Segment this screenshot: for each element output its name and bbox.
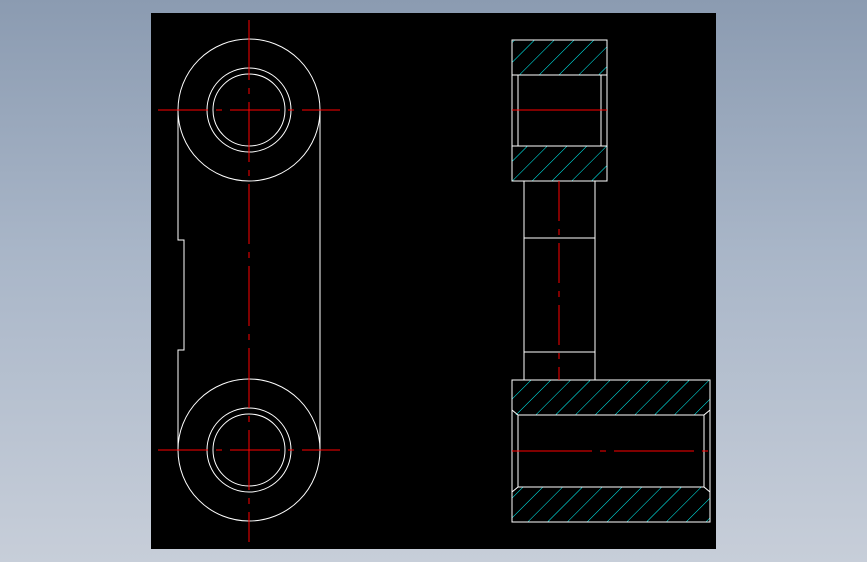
front-centerlines [158,20,340,542]
top-hub-hatch-upper [512,40,607,75]
bottom-hub-hatch-upper [512,380,710,415]
top-hub-hatch-lower [512,146,607,181]
bottom-hub-hatch-lower [512,487,710,522]
body-left-edge [177,110,185,450]
cad-drawing [158,20,711,542]
